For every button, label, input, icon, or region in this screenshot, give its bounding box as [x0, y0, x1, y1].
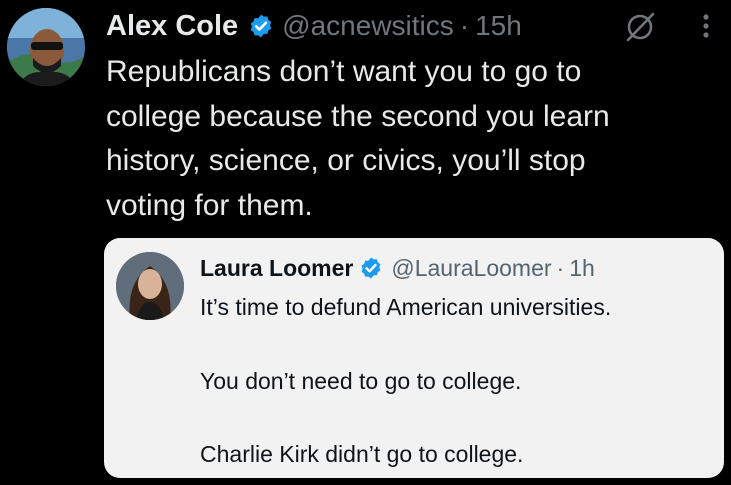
quoted-author-handle[interactable]: @LauraLoomer [391, 255, 551, 282]
post-text-line: voting for them. [106, 188, 313, 222]
quoted-text-line: Charlie Kirk didn’t go to college. [200, 441, 524, 467]
grok-icon[interactable] [623, 10, 657, 44]
post-text-line: history, science, or civics, you’ll stop [106, 144, 586, 177]
author-avatar[interactable] [7, 8, 85, 86]
quoted-author-avatar[interactable] [116, 252, 184, 320]
verified-badge-icon [361, 257, 381, 279]
quoted-post-header: Laura Loomer @LauraLoomer · 1h [200, 250, 595, 286]
quoted-post-time[interactable]: 1h [569, 255, 595, 282]
verified-badge-icon [250, 14, 272, 38]
separator-dot: · [459, 10, 470, 41]
author-handle[interactable]: @acnewsitics [282, 10, 454, 42]
post-text: Republicans don’t want you to go to coll… [106, 50, 716, 228]
author-name[interactable]: Alex Cole [106, 10, 238, 43]
post-text-line: Republicans don’t want you to go to [106, 55, 582, 88]
quoted-post-card[interactable]: Laura Loomer @LauraLoomer · 1h It’s time… [104, 238, 724, 478]
post-time[interactable]: 15h [475, 10, 522, 42]
post-text-line: college because the second you learn [106, 99, 610, 133]
quoted-avatar-photo [116, 252, 184, 320]
quoted-author-name[interactable]: Laura Loomer [200, 255, 353, 282]
avatar-photo [7, 8, 85, 86]
quoted-text-line: You don’t need to go to college. [200, 368, 522, 394]
quoted-text-line: It’s time to defund American universitie… [200, 294, 612, 320]
more-options-icon[interactable] [698, 10, 714, 42]
separator-dot: · [556, 254, 565, 281]
